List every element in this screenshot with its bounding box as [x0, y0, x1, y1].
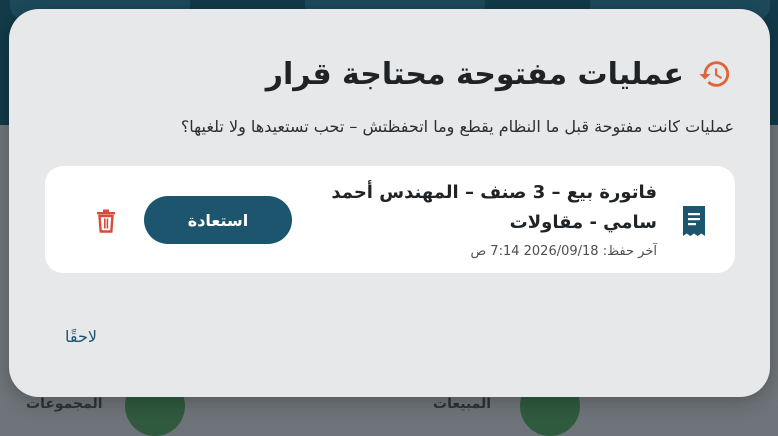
- later-button[interactable]: لاحقًا: [65, 327, 97, 346]
- operation-title: فاتورة بيع – 3 صنف – المهندس أحمد سامي -…: [331, 182, 657, 233]
- background-label-groups: المجموعات: [26, 396, 103, 412]
- operation-card: فاتورة بيع – 3 صنف – المهندس أحمد سامي -…: [45, 166, 735, 273]
- restore-button[interactable]: استعادة: [144, 196, 292, 244]
- dialog-title: عمليات مفتوحة محتاجة قرار: [265, 56, 684, 92]
- history-icon: [698, 57, 732, 91]
- dialog-subtitle: عمليات كانت مفتوحة قبل ما النظام يقطع وم…: [180, 117, 734, 136]
- receipt-icon: [679, 204, 709, 238]
- trash-icon[interactable]: [93, 208, 119, 234]
- open-operations-dialog: عمليات مفتوحة محتاجة قرار عمليات كانت مف…: [9, 9, 770, 397]
- background-label-sales: المبيعات: [433, 396, 492, 412]
- operation-last-saved: آخر حفظ: 2026/09/18 7:14 ص: [470, 244, 657, 259]
- dialog-header: عمليات مفتوحة محتاجة قرار: [266, 49, 732, 99]
